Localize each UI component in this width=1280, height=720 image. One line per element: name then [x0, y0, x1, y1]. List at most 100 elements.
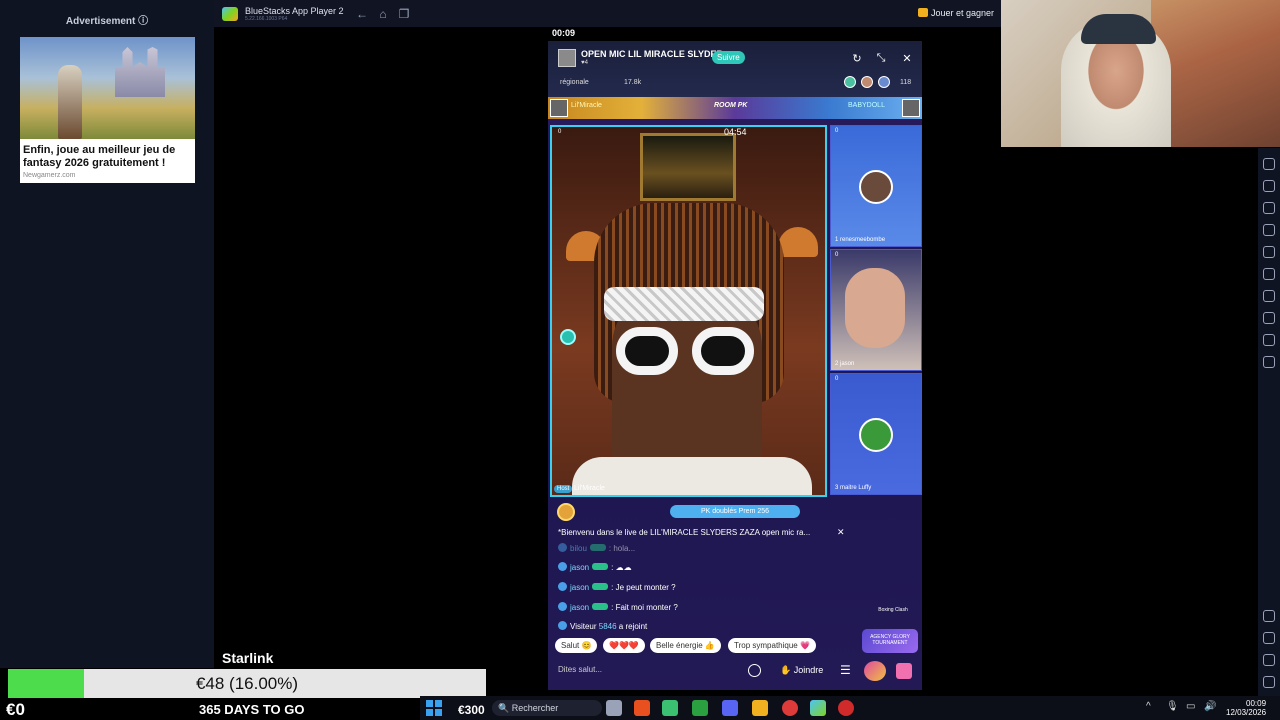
screenshot-icon[interactable]	[1263, 202, 1275, 214]
keyboard-icon[interactable]	[1263, 180, 1275, 192]
guest-avatar[interactable]	[859, 170, 893, 204]
guest-slot-2[interactable]: 0 2 jason	[830, 249, 922, 371]
taskbar-search[interactable]: 🔍 Rechercher	[492, 700, 602, 716]
chrome-icon[interactable]	[782, 700, 798, 716]
excel-icon[interactable]	[692, 700, 708, 716]
chat-input[interactable]: Dites salut...	[558, 665, 602, 674]
emoji-icon[interactable]	[748, 664, 761, 677]
brave-browser-icon[interactable]	[634, 700, 650, 716]
viewer-avatar[interactable]	[861, 76, 873, 88]
coins-count[interactable]: 17.8k	[624, 79, 641, 86]
settings-icon[interactable]	[1263, 610, 1275, 622]
airplane-icon[interactable]	[1263, 268, 1275, 280]
guest-slot-3[interactable]: 0 3 maitre Luffy	[830, 373, 922, 495]
level-star-icon	[558, 602, 567, 611]
tray-expand-icon[interactable]: ^	[1146, 701, 1151, 712]
sidebar-tool-icon[interactable]	[1263, 158, 1275, 170]
game-icon[interactable]	[864, 661, 886, 681]
donation-progress-bar: €48 (16.00%)	[8, 669, 486, 698]
guardian-badge-icon[interactable]	[560, 329, 576, 345]
agency-tournament-badge[interactable]: AGENCY GLORY TOURNAMENT	[862, 629, 918, 653]
boxing-clash-badge[interactable]: Boxing Clash	[868, 607, 918, 623]
ad-card[interactable]: Enfin, joue au meilleur jeu de fantasy 2…	[20, 37, 195, 183]
home-icon[interactable]: ⌂	[376, 7, 390, 21]
rotate-icon[interactable]	[1263, 356, 1275, 368]
file-explorer-icon[interactable]	[752, 700, 768, 716]
back-icon[interactable]	[1263, 632, 1275, 644]
network-icon[interactable]: ▭	[1186, 701, 1195, 712]
goal-end-amount: €300	[458, 703, 485, 717]
bluestacks-sidebar	[1258, 148, 1280, 696]
slot-name: 1 renesmeebombe	[835, 237, 886, 243]
advertisement-panel: Advertisement ⓘ Enfin, joue au meilleur …	[0, 0, 214, 668]
region-label[interactable]: régionale	[560, 79, 589, 86]
volume-icon[interactable]: 🔊	[1204, 701, 1216, 712]
badge-icon	[592, 583, 609, 590]
quick-reply-salut[interactable]: Salut 😊	[555, 638, 598, 653]
room-pk-label: ROOM PK	[714, 102, 748, 109]
viewer-count[interactable]: 118	[900, 79, 911, 86]
guest-slot-1[interactable]: 0 1 renesmeebombe	[830, 125, 922, 247]
viewer-avatar[interactable]	[878, 76, 890, 88]
eco-mode-icon[interactable]	[1263, 290, 1275, 302]
chat-message[interactable]: jason: Je peut monter ?	[558, 582, 676, 592]
play-and-earn-button[interactable]: Jouer et gagner	[918, 8, 994, 18]
phone-statusbar: 00:09	[548, 27, 922, 41]
live-room-screen: OPEN MIC LIL MIRACLE SLYDER ♥4 Suivre ↻ …	[548, 41, 922, 690]
chat-user: jason	[570, 603, 590, 612]
chat-message[interactable]: bilou: hola...	[558, 543, 635, 553]
layers-icon[interactable]	[1263, 334, 1275, 346]
host-bandana	[604, 287, 764, 321]
stream-app-icon[interactable]	[662, 700, 678, 716]
close-icon[interactable]: ✕	[900, 52, 914, 65]
gift-box-icon[interactable]	[896, 663, 912, 679]
chat-text: : hola...	[608, 544, 636, 553]
knight-illustration	[58, 65, 82, 139]
host-video[interactable]: 0 04:54 Host Lil'Miracle	[550, 125, 827, 497]
microphone-icon[interactable]: 🎙	[1166, 701, 1179, 712]
host-name[interactable]: Lil'Miracle	[574, 485, 605, 492]
slot-score: 0	[835, 128, 839, 134]
minimize-icon[interactable]: ⤡	[874, 52, 888, 65]
taskbar-clock[interactable]: 00:09 12/03/2026	[1226, 699, 1266, 717]
ad-headline[interactable]: Enfin, joue au meilleur jeu de fantasy 2…	[20, 139, 195, 170]
windows-start-icon[interactable]	[426, 700, 442, 716]
host-shirt	[572, 457, 812, 495]
pk-timer: 04:54	[724, 127, 747, 137]
quick-reply-sympathique[interactable]: Trop sympathique 💗	[728, 638, 816, 653]
media-player-icon[interactable]	[838, 700, 854, 716]
quick-reply-hearts[interactable]: ❤️❤️❤️	[603, 638, 645, 653]
viewer-avatar[interactable]	[844, 76, 856, 88]
ad-image[interactable]	[20, 37, 195, 139]
task-view-icon[interactable]	[606, 700, 622, 716]
record-icon[interactable]	[1263, 224, 1275, 236]
discord-icon[interactable]	[722, 700, 738, 716]
location-icon[interactable]	[1263, 312, 1275, 324]
slot-score: 0	[835, 376, 839, 382]
ad-source[interactable]: Newgamerz.com	[20, 170, 195, 181]
follow-button[interactable]: Suivre	[712, 51, 745, 64]
coin-icon[interactable]	[557, 503, 575, 521]
castle-illustration	[115, 47, 165, 97]
back-arrow-icon[interactable]: ←	[355, 7, 369, 21]
room-avatar[interactable]	[558, 49, 576, 67]
bluestacks-taskbar-icon[interactable]	[810, 700, 826, 716]
chat-message[interactable]: jason: Fait moi monter ?	[558, 602, 678, 612]
room-title[interactable]: OPEN MIC LIL MIRACLE SLYDER	[581, 49, 723, 59]
quick-reply-energie[interactable]: Belle énergie 👍	[650, 638, 721, 653]
join-button[interactable]: ✋ Joindre	[780, 665, 823, 676]
pk-status-bar[interactable]: PK doublés Prem 256	[670, 505, 800, 518]
menu-icon[interactable]: ☰	[840, 663, 851, 677]
recents-icon[interactable]	[1263, 676, 1275, 688]
recent-apps-icon[interactable]: ❐	[397, 7, 411, 21]
pk-left-avatar[interactable]	[550, 99, 568, 117]
pk-right-avatar[interactable]	[902, 99, 920, 117]
close-icon[interactable]: ✕	[837, 527, 845, 538]
media-icon[interactable]	[1263, 246, 1275, 258]
chat-message[interactable]: jason: ☁☁	[558, 562, 632, 572]
chat-text: : Je peut monter ?	[611, 583, 676, 592]
share-icon[interactable]: ↻	[850, 52, 864, 65]
home-icon[interactable]	[1263, 654, 1275, 666]
badge-icon	[592, 603, 609, 610]
guest-avatar[interactable]	[859, 418, 893, 452]
